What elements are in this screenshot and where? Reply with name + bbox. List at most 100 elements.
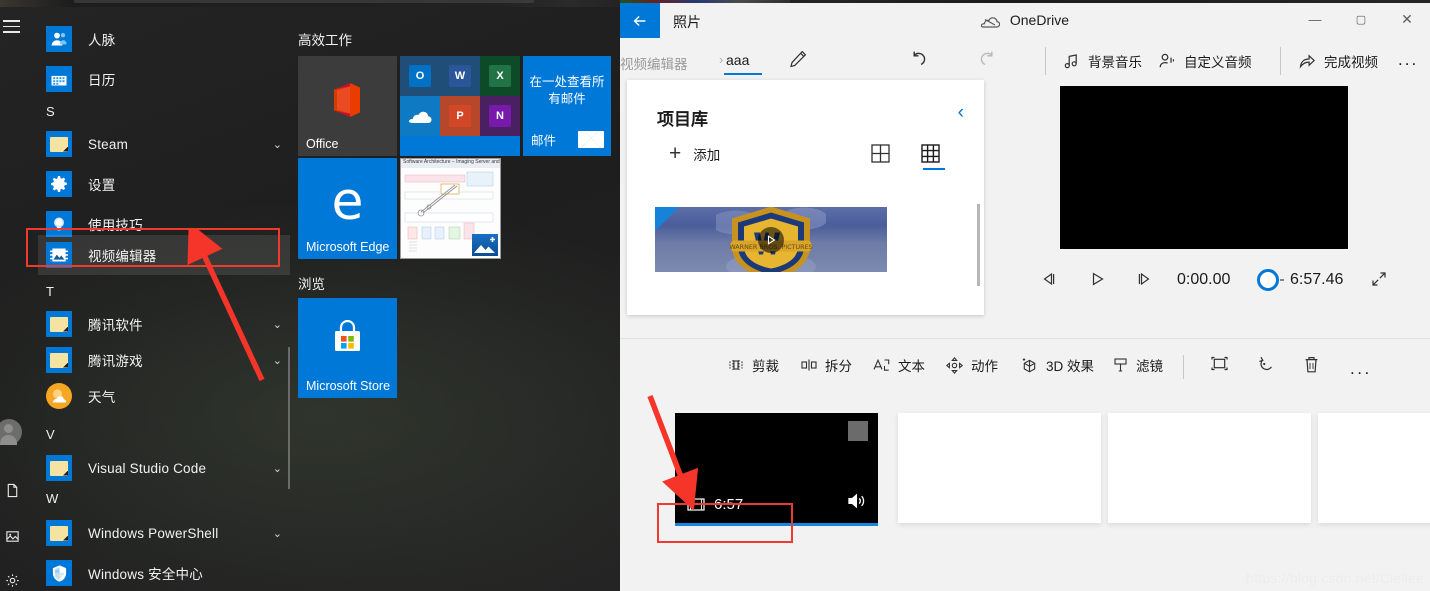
filter-label: 滤镜 (1136, 359, 1163, 374)
onedrive-icon (400, 96, 440, 136)
tile-office[interactable]: Office (298, 56, 397, 156)
app-item-weather[interactable]: 天气 (38, 376, 290, 416)
undo-icon[interactable] (908, 48, 930, 70)
documents-icon[interactable] (1, 479, 23, 501)
aspect-ratio-button[interactable] (1210, 355, 1229, 372)
weather-icon (46, 383, 72, 409)
split-button[interactable]: 拆分 (800, 355, 852, 375)
plus-icon: + (669, 142, 682, 165)
minimize-icon: — (1308, 11, 1322, 27)
start-menu-app-list[interactable]: 人脉 日历 S Steam ⌄ 设置 使用技巧 视频编辑器 T 腾讯软件 ⌄ 腾… (24, 7, 290, 591)
breadcrumb-current[interactable]: aaa (726, 52, 749, 68)
add-media-label: 添加 (693, 148, 721, 163)
tile-mail[interactable]: 在一处查看所有邮件 邮件 (523, 56, 611, 156)
app-item-powershell[interactable]: Windows PowerShell ⌄ (38, 513, 290, 553)
storyboard-clip-2[interactable] (898, 413, 1101, 523)
play-icon[interactable] (1088, 270, 1106, 293)
app-item-people[interactable]: 人脉 (38, 19, 290, 59)
tile-label: 邮件 (531, 134, 557, 148)
tile-office-apps[interactable]: O W X P N (400, 56, 520, 156)
background-music-button[interactable]: 背景音乐 (1063, 51, 1142, 71)
library-scrollbar[interactable] (977, 204, 980, 286)
redo-icon[interactable] (976, 48, 998, 70)
clip-select-checkbox[interactable] (848, 421, 868, 441)
large-grid-icon[interactable] (870, 143, 891, 164)
app-item-windows-security[interactable]: Windows 安全中心 (38, 553, 290, 591)
custom-audio-button[interactable]: 自定义音频 (1158, 51, 1252, 71)
effects-3d-button[interactable]: 3D 效果 (1020, 355, 1094, 375)
settings-icon[interactable] (1, 569, 23, 591)
screenshot-root: 人脉 日历 S Steam ⌄ 设置 使用技巧 视频编辑器 T 腾讯软件 ⌄ 腾… (0, 0, 1430, 591)
section-letter-s: S (46, 104, 55, 119)
folder-icon (46, 520, 72, 546)
app-item-vscode[interactable]: Visual Studio Code ⌄ (38, 448, 290, 488)
filter-button[interactable]: 滤镜 (1112, 355, 1163, 375)
breadcrumb-underline (724, 73, 762, 75)
motion-button[interactable]: 动作 (945, 355, 998, 375)
rotate-button[interactable] (1257, 355, 1276, 374)
more-icon[interactable]: ... (1398, 50, 1418, 70)
app-item-tencent-software[interactable]: 腾讯软件 ⌄ (38, 304, 290, 344)
volume-icon[interactable] (847, 492, 868, 515)
store-bag-icon (330, 319, 365, 354)
next-frame-icon[interactable] (1135, 270, 1153, 293)
start-menu-rail (0, 7, 24, 591)
collapse-panel-button[interactable]: ‹ (958, 102, 964, 124)
project-library-panel: 项目库 ‹ + 添加 WARNER PICTURES (627, 80, 984, 315)
app-item-settings[interactable]: 设置 (38, 164, 290, 204)
app-item-label: Windows 安全中心 (88, 567, 203, 582)
excel-icon: X (480, 56, 520, 96)
scrubber-handle[interactable] (1257, 269, 1279, 291)
more-clip-options-icon[interactable]: ... (1350, 359, 1372, 379)
text-button[interactable]: 文本 (872, 355, 925, 375)
effects-3d-label: 3D 效果 (1046, 359, 1095, 374)
user-avatar-icon[interactable] (0, 419, 22, 445)
onedrive-label: OneDrive (1009, 12, 1070, 28)
minimize-button[interactable]: — (1292, 3, 1338, 35)
delete-button[interactable] (1303, 355, 1320, 374)
trim-button[interactable]: 剪裁 (727, 355, 779, 375)
chevron-down-icon[interactable]: ⌄ (273, 527, 282, 540)
shield-icon (46, 560, 72, 586)
finish-video-button[interactable]: 完成视频 (1298, 51, 1378, 71)
storyboard-clip-3[interactable] (1108, 413, 1311, 523)
previous-frame-icon[interactable] (1040, 270, 1058, 293)
pictures-icon[interactable] (1, 525, 23, 547)
app-item-calendar[interactable]: 日历 (38, 59, 290, 99)
start-menu: 人脉 日历 S Steam ⌄ 设置 使用技巧 视频编辑器 T 腾讯软件 ⌄ 腾… (0, 7, 620, 591)
chevron-down-icon[interactable]: ⌄ (273, 354, 282, 367)
hamburger-icon[interactable] (3, 20, 20, 33)
tile-microsoft-edge[interactable]: e Microsoft Edge (298, 158, 397, 259)
play-icon[interactable] (758, 226, 784, 253)
tile-group-title-browse: 浏览 (298, 277, 325, 292)
folder-icon (46, 347, 72, 373)
app-item-label: 天气 (88, 390, 116, 405)
video-preview[interactable] (1060, 86, 1348, 249)
chevron-down-icon[interactable]: ⌄ (273, 318, 282, 331)
fullscreen-icon[interactable] (1370, 270, 1388, 293)
tile-microsoft-store[interactable]: Microsoft Store (298, 298, 397, 398)
maximize-button[interactable]: ▢ (1338, 3, 1384, 35)
rename-pencil-icon[interactable] (788, 49, 808, 69)
close-button[interactable]: ✕ (1384, 3, 1430, 35)
app-item-label: Visual Studio Code (88, 460, 207, 476)
folder-icon (46, 311, 72, 337)
small-grid-icon[interactable] (920, 143, 941, 164)
chevron-down-icon[interactable]: ⌄ (273, 138, 282, 151)
breadcrumb-parent[interactable]: 视频编辑器 (620, 53, 688, 73)
section-letter-t: T (46, 284, 54, 299)
add-media-button[interactable]: + 添加 (669, 142, 721, 165)
app-item-tencent-games[interactable]: 腾讯游戏 ⌄ (38, 340, 290, 380)
start-menu-tiles: 高效工作 Office O W X P N 在一处查看所有邮件 邮件 e Mic… (290, 7, 620, 591)
envelope-icon (578, 131, 604, 148)
library-item-thumbnail[interactable]: WARNER BROS. PICTURES (655, 207, 887, 272)
storyboard-clip-4[interactable] (1318, 413, 1430, 523)
tile-photos-diagram[interactable]: Software Architecture – Imaging Server a… (400, 158, 501, 259)
word-icon: W (440, 56, 480, 96)
split-label: 拆分 (825, 359, 852, 374)
toolbar-divider-2 (1280, 47, 1281, 75)
tile-label: Microsoft Edge (306, 240, 390, 254)
app-item-steam[interactable]: Steam ⌄ (38, 124, 290, 164)
photos-title-bar: 照片 OneDrive — ▢ ✕ (620, 3, 1430, 41)
chevron-down-icon[interactable]: ⌄ (273, 462, 282, 475)
